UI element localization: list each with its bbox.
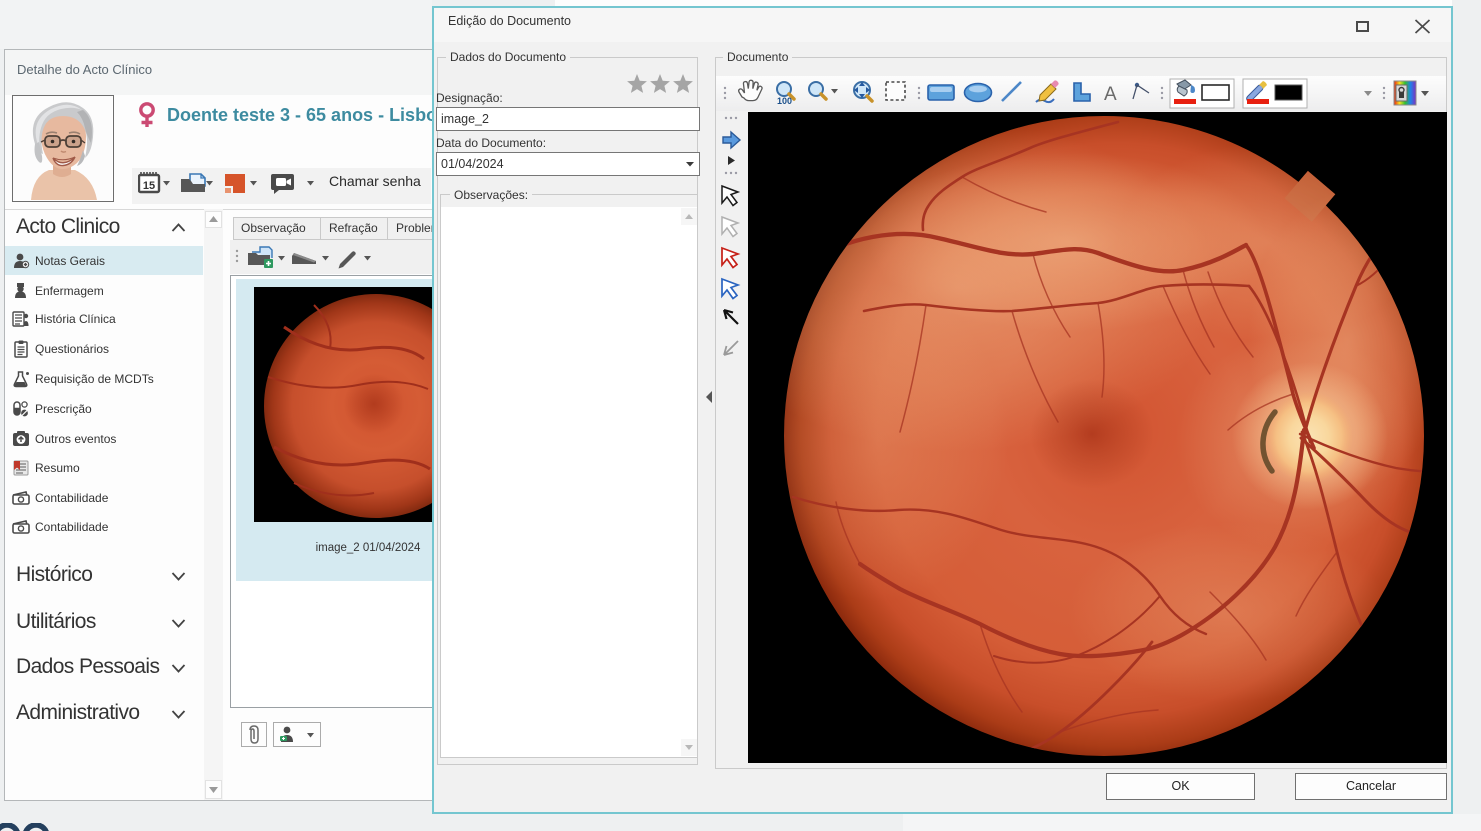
svg-text:Chamar senha: Chamar senha bbox=[329, 173, 421, 189]
svg-text:15: 15 bbox=[143, 180, 155, 192]
svg-text:A: A bbox=[1104, 84, 1117, 105]
svg-text:100: 100 bbox=[777, 96, 792, 106]
